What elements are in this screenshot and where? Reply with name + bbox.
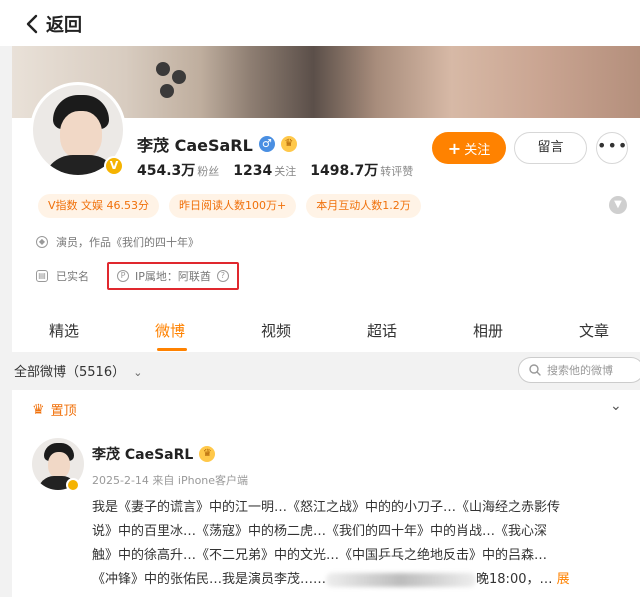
stat-label: 转评赞 xyxy=(380,165,414,178)
pinned-label: 置顶 xyxy=(50,404,77,419)
top-bar: 返回 xyxy=(0,0,640,46)
chevron-down-icon: ⌄ xyxy=(133,366,143,379)
plus-icon: + xyxy=(447,138,462,158)
post-line: 我是《妻子的谎言》中的江一明…《怒江之战》中的的小刀子…《山海经之赤影传 xyxy=(92,500,561,515)
post-line: 《冲锋》中的张佑民…我是演员李茂…… 晚18:00，… 展 xyxy=(92,568,628,592)
post-meta: 2025-2-14 来自 iPhone客户端 xyxy=(92,474,249,487)
info-realname: 已实名 xyxy=(56,270,89,283)
profile-tabs: 精选 微博 视频 超话 相册 文章 xyxy=(12,304,640,352)
post-line-start: 《冲锋》中的张佑民…我是演员李茂…… xyxy=(92,572,327,587)
post-card: ♛ 置顶 ⌄ 李茂 CaeSaRL ♛ 2025-2-14 来自 iPhone客… xyxy=(12,390,640,597)
follow-label: 关注 xyxy=(464,142,491,158)
filter-label: 全部微博（5516） xyxy=(14,365,126,380)
back-button[interactable]: 返回 xyxy=(26,11,82,37)
stat-value: 1234 xyxy=(233,163,273,179)
expand-link[interactable]: 展 xyxy=(557,572,570,587)
info-occupation-row: ◆ 演员，作品《我们的四十年》 xyxy=(36,234,199,250)
stat-followers[interactable]: 454.3万 粉丝 xyxy=(137,160,219,180)
post-line: 触》中的徐高升…《不二兄弟》中的文光…《中国乒乓之绝地反击》中的吕森… xyxy=(92,548,548,563)
post-line-end: 晚18:00，… xyxy=(476,572,553,587)
ip-icon: P xyxy=(117,270,129,282)
filter-dropdown[interactable]: 全部微博（5516） ⌄ xyxy=(14,361,142,380)
tab-video[interactable]: 视频 xyxy=(261,320,291,341)
tab-featured[interactable]: 精选 xyxy=(49,320,79,341)
stat-value: 454.3万 xyxy=(137,163,196,179)
tag-interactions[interactable]: 本月互动人数1.2万 xyxy=(306,194,421,218)
profile-card: V 李茂 CaeSaRL ♂ ♛ 454.3万 粉丝 1234 关注 1498.7万… xyxy=(12,46,640,304)
post-body[interactable]: 我是《妻子的谎言》中的江一明…《怒江之战》中的的小刀子…《山海经之赤影传 说》中… xyxy=(92,496,628,592)
search-box[interactable]: 搜索他的微博 xyxy=(518,357,640,383)
crown-icon[interactable]: ♛ xyxy=(280,136,297,152)
filter-row: 全部微博（5516） ⌄ 搜索他的微博 xyxy=(0,352,640,386)
back-label: 返回 xyxy=(46,15,82,36)
stat-following[interactable]: 1234 关注 xyxy=(233,160,296,179)
post-author-row: 李茂 CaeSaRL ♛ xyxy=(92,444,216,464)
follow-button[interactable]: + 关注 xyxy=(432,132,506,164)
tab-supertopic[interactable]: 超话 xyxy=(367,320,397,341)
tag-v-index[interactable]: V指数 文娱 46.53分 xyxy=(38,194,160,218)
stat-value: 1498.7万 xyxy=(310,163,379,179)
stat-label: 关注 xyxy=(274,165,297,178)
active-tab-indicator xyxy=(157,348,187,351)
crown-icon: ♛ xyxy=(32,401,45,418)
blurred-text xyxy=(326,572,477,587)
tab-album[interactable]: 相册 xyxy=(473,320,503,341)
crown-icon: ♛ xyxy=(199,446,216,462)
shield-icon: ◆ xyxy=(36,236,48,248)
name-row: 李茂 CaeSaRL ♂ ♛ xyxy=(137,132,297,156)
search-icon xyxy=(529,364,541,376)
info-ip: IP属地：阿联酋 xyxy=(135,270,211,283)
verified-badge-icon xyxy=(66,478,80,492)
tag-readers[interactable]: 昨日阅读人数100万+ xyxy=(169,194,297,218)
stat-engagement[interactable]: 1498.7万 转评赞 xyxy=(310,160,413,180)
more-button[interactable]: ••• xyxy=(596,132,628,164)
id-card-icon: ▤ xyxy=(36,270,48,282)
message-button[interactable]: 留言 xyxy=(514,132,587,164)
help-icon[interactable]: ? xyxy=(216,270,229,282)
post-author[interactable]: 李茂 CaeSaRL xyxy=(92,444,193,464)
stat-label: 粉丝 xyxy=(197,165,220,178)
pinned-row: ♛ 置顶 xyxy=(32,400,77,420)
chevron-down-icon[interactable]: ▼ xyxy=(609,196,627,214)
info-occupation: 演员，作品《我们的四十年》 xyxy=(56,236,199,249)
cover-decoration xyxy=(152,62,192,102)
info-verify-row: ▤ 已实名 P IP属地：阿联酋 ? xyxy=(36,262,239,290)
chevron-down-icon[interactable]: ⌄ xyxy=(610,398,622,414)
tab-article[interactable]: 文章 xyxy=(579,320,609,341)
profile-tags: V指数 文娱 46.53分 昨日阅读人数100万+ 本月互动人数1.2万 xyxy=(38,194,421,218)
chevron-left-icon xyxy=(26,14,38,34)
post-line: 说》中的百里冰…《荡寇》中的杨二虎…《我们的四十年》中的肖战…《我心深 xyxy=(92,524,548,539)
profile-stats: 454.3万 粉丝 1234 关注 1498.7万 转评赞 xyxy=(137,160,413,180)
search-placeholder: 搜索他的微博 xyxy=(547,364,613,377)
male-icon: ♂ xyxy=(258,136,275,152)
verified-badge-icon: V xyxy=(104,156,124,176)
ip-location-highlight: P IP属地：阿联酋 ? xyxy=(107,262,239,290)
profile-name: 李茂 CaeSaRL xyxy=(137,136,253,155)
tab-weibo[interactable]: 微博 xyxy=(155,320,185,341)
